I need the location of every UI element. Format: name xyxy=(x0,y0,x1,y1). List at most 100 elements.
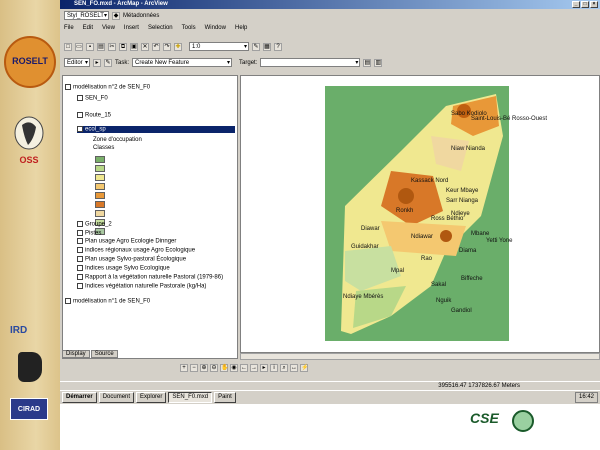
paste-icon[interactable]: ▣ xyxy=(130,42,138,51)
select-icon[interactable]: ▸ xyxy=(260,364,268,372)
scale-combo[interactable]: 1:0 xyxy=(189,42,249,51)
pan-icon[interactable]: ✋ xyxy=(220,364,228,372)
ird-logo: IRD xyxy=(10,325,28,336)
copy-icon[interactable]: ⧉ xyxy=(119,42,127,51)
data-frame-2[interactable]: modélisation n°2 de SEN_F0 xyxy=(65,84,150,91)
layer-item[interactable]: indices régionaux usage Agro Ecologique xyxy=(77,247,195,254)
layer-item[interactable]: Indices usage Sylvo Ecologique xyxy=(77,265,170,272)
layer-item[interactable]: Pistes xyxy=(77,230,101,237)
taskbar-item[interactable]: Explorer xyxy=(136,392,167,403)
menu-tools[interactable]: Tools xyxy=(182,25,196,31)
hyperlink-icon[interactable]: ⚡ xyxy=(300,364,308,372)
sketch-properties-icon[interactable]: ▥ xyxy=(374,58,383,67)
undo-icon[interactable]: ↶ xyxy=(152,42,160,51)
data-frame-1[interactable]: modélisation n°1 de SEN_F0 xyxy=(65,298,150,305)
layer-checkbox[interactable] xyxy=(77,256,83,262)
layer-label: Rapport à la végétation naturelle Pastor… xyxy=(85,274,224,281)
tab-source[interactable]: Source xyxy=(90,350,118,358)
add-data-icon[interactable]: ✚ xyxy=(174,42,182,51)
menu-edit[interactable]: Edit xyxy=(83,25,93,31)
close-button[interactable]: × xyxy=(590,1,598,8)
roselt-logo: ROSELT xyxy=(4,36,56,88)
taskbar-item[interactable]: Document xyxy=(98,392,135,403)
toolbar-styles: Styl_ROSELT ◆ Métadonnées xyxy=(60,11,600,20)
menu-file[interactable]: File xyxy=(64,25,74,31)
minimize-button[interactable]: _ xyxy=(572,1,580,8)
layer-checkbox[interactable] xyxy=(77,274,83,280)
taskbar-item-arcmap[interactable]: SEN_F0.mxd xyxy=(168,392,213,403)
editor-toolbar-icon[interactable]: ✎ xyxy=(252,42,260,51)
full-extent-icon[interactable]: ◉ xyxy=(230,364,238,372)
arctoolbox-icon[interactable]: ▦ xyxy=(263,42,271,51)
help-icon[interactable]: ? xyxy=(274,42,282,51)
layer-checkbox[interactable] xyxy=(77,221,83,227)
task-label: Task: xyxy=(115,59,130,66)
layer-checkbox[interactable] xyxy=(77,230,83,236)
legend-swatch xyxy=(95,201,105,208)
edit-tool-icon[interactable]: ▸ xyxy=(93,58,101,67)
taskbar-item-label: Paint xyxy=(218,394,232,400)
layer-item[interactable]: SEN_F0 xyxy=(77,95,108,102)
open-icon[interactable]: ▭ xyxy=(75,42,83,51)
windows-taskbar: Démarrer Document Explorer SEN_F0.mxd Pa… xyxy=(60,390,600,404)
metadata-icon[interactable]: ◆ xyxy=(112,11,120,20)
back-extent-icon[interactable]: ← xyxy=(240,364,248,372)
map-view[interactable]: Sabo Kodiolo Saint-Louis-Bé Rosso-Ouest … xyxy=(240,75,600,353)
editor-menu[interactable]: Editor xyxy=(64,58,90,67)
metadata-label[interactable]: Métadonnées xyxy=(123,13,159,19)
delete-icon[interactable]: ✕ xyxy=(141,42,149,51)
find-icon[interactable]: ⌕ xyxy=(280,364,288,372)
layer-checkbox[interactable] xyxy=(77,283,83,289)
print-icon[interactable]: ▤ xyxy=(97,42,105,51)
layer-item[interactable]: Indices végétation naturelle Pastorale (… xyxy=(77,283,206,290)
layer-item[interactable]: Groupe_2 xyxy=(77,221,112,228)
forward-extent-icon[interactable]: → xyxy=(250,364,258,372)
save-icon[interactable]: ▪ xyxy=(86,42,94,51)
cut-icon[interactable]: ✂ xyxy=(108,42,116,51)
layer-item[interactable]: Rapport à la végétation naturelle Pastor… xyxy=(77,274,223,281)
target-combo[interactable] xyxy=(260,58,361,67)
task-combo[interactable]: Create New Feature xyxy=(132,58,233,67)
new-icon[interactable]: □ xyxy=(64,42,72,51)
start-button[interactable]: Démarrer xyxy=(62,392,97,403)
tools-toolbar: + − ⊕ ⊖ ✋ ◉ ← → ▸ i ⌕ ↔ ⚡ xyxy=(180,364,308,372)
oss-logo: OSS xyxy=(12,115,46,173)
measure-icon[interactable]: ↔ xyxy=(290,364,298,372)
sketch-tool-icon[interactable]: ✎ xyxy=(104,58,112,67)
attributes-icon[interactable]: ▤ xyxy=(363,58,372,67)
menu-selection[interactable]: Selection xyxy=(148,25,173,31)
layer-item[interactable]: Plan usage Sylvo-pastoral Écologique xyxy=(77,256,186,263)
layer-checkbox[interactable] xyxy=(77,247,83,253)
layer-checkbox[interactable] xyxy=(77,126,83,132)
menu-help[interactable]: Help xyxy=(235,25,247,31)
layer-checkbox[interactable] xyxy=(77,112,83,118)
layer-item-selected[interactable]: ecol_sp xyxy=(77,126,235,133)
redo-icon[interactable]: ↷ xyxy=(163,42,171,51)
layer-checkbox[interactable] xyxy=(77,265,83,271)
zoom-out-icon[interactable]: − xyxy=(190,364,198,372)
taskbar-item[interactable]: Paint xyxy=(214,392,236,403)
map-scrollbar[interactable] xyxy=(240,353,600,360)
tab-display[interactable]: Display xyxy=(62,350,90,358)
editor-toolbar: Editor ▸ ✎ Task: Create New Feature Targ… xyxy=(60,58,600,67)
taskbar-item-label: Explorer xyxy=(140,394,163,400)
zoom-in-icon[interactable]: + xyxy=(180,364,188,372)
menu-view[interactable]: View xyxy=(102,25,115,31)
frame-expand-icon[interactable] xyxy=(65,84,71,90)
legend-heading: Zone d'occupation xyxy=(93,137,142,143)
fixed-zoom-in-icon[interactable]: ⊕ xyxy=(200,364,208,372)
layer-label: Route_15 xyxy=(85,112,112,119)
maximize-button[interactable]: □ xyxy=(581,1,589,8)
menu-window[interactable]: Window xyxy=(205,25,226,31)
fixed-zoom-out-icon[interactable]: ⊖ xyxy=(210,364,218,372)
layer-item[interactable]: Plan usage Agro Ecologie Dinnger xyxy=(77,238,176,245)
layer-item[interactable]: Route_15 xyxy=(77,112,111,119)
menu-insert[interactable]: Insert xyxy=(124,25,139,31)
layer-checkbox[interactable] xyxy=(77,238,83,244)
frame-expand-icon[interactable] xyxy=(65,298,71,304)
legend-swatch xyxy=(95,192,105,199)
style-combo[interactable]: Styl_ROSELT xyxy=(64,11,109,20)
layer-label: Pistes xyxy=(85,230,102,237)
identify-icon[interactable]: i xyxy=(270,364,278,372)
layer-checkbox[interactable] xyxy=(77,95,83,101)
